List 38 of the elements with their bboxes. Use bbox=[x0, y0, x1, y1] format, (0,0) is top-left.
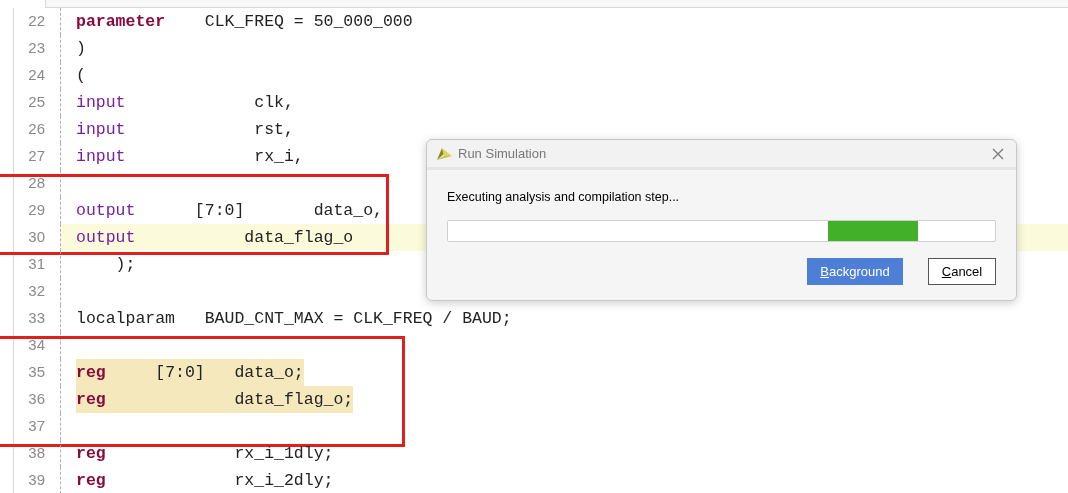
code-text: reg [7:0] data_o; bbox=[76, 359, 304, 386]
line-number: 24 bbox=[27, 65, 45, 86]
line-number: 26 bbox=[27, 119, 45, 140]
cancel-button[interactable]: Cancel bbox=[928, 257, 996, 285]
close-icon[interactable] bbox=[992, 147, 1004, 160]
code-text: ( bbox=[76, 65, 86, 87]
line-number: 28 bbox=[27, 173, 45, 194]
code-text: ); bbox=[114, 254, 136, 276]
line-number: 37 bbox=[27, 416, 45, 437]
status-message: Executing analysis and compilation step... bbox=[447, 189, 681, 206]
line-number: 39 bbox=[27, 470, 45, 491]
background-button[interactable]: Background bbox=[807, 257, 903, 285]
code-text: parameter CLK_FREQ = 50_000_000 bbox=[76, 11, 413, 33]
code-text: input rx_i, bbox=[76, 146, 304, 168]
dialog-title: Run Simulation bbox=[458, 144, 547, 163]
line-number: 34 bbox=[27, 335, 45, 356]
code-text: reg rx_i_1dly; bbox=[76, 443, 334, 465]
line-number: 33 bbox=[27, 308, 45, 329]
line-number: 27 bbox=[27, 146, 45, 167]
line-number: 35 bbox=[27, 362, 45, 383]
line-number: 23 bbox=[27, 38, 45, 59]
code-text: input rst, bbox=[76, 119, 294, 141]
line-number: 29 bbox=[27, 200, 45, 221]
line-number: 32 bbox=[27, 281, 45, 302]
line-number: 25 bbox=[27, 92, 45, 113]
code-text: reg rx_i_2dly; bbox=[76, 470, 334, 492]
code-text: localparam BAUD_CNT_MAX = CLK_FREQ / BAUD; bbox=[76, 308, 512, 330]
line-number: 38 bbox=[27, 443, 45, 464]
logo-icon bbox=[435, 145, 453, 162]
line-number: 31 bbox=[27, 254, 45, 275]
code-text: output [7:0] data_o, bbox=[76, 200, 383, 222]
code-text: ) bbox=[76, 38, 86, 60]
code-text: reg data_flag_o; bbox=[76, 386, 354, 413]
line-number: 36 bbox=[27, 389, 45, 410]
code-text: output data_flag_o bbox=[76, 227, 354, 249]
line-number: 22 bbox=[27, 11, 45, 32]
line-number: 30 bbox=[27, 227, 45, 248]
code-text: input clk, bbox=[76, 92, 294, 114]
